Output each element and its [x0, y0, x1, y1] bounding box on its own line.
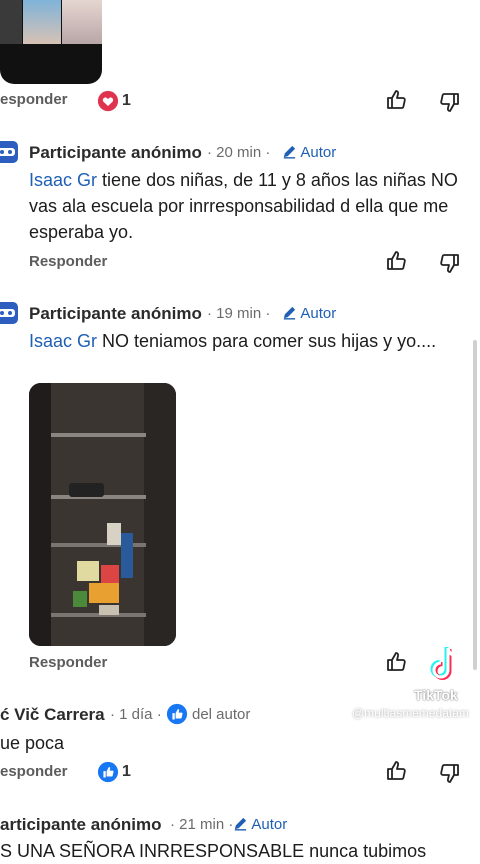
reaction-count: 1	[122, 763, 131, 780]
thumb-2	[23, 0, 61, 44]
reaction-count: 1	[122, 92, 131, 109]
anonymous-avatar-icon	[0, 141, 18, 163]
mention-link[interactable]: Isaac Gr	[29, 170, 97, 190]
author-badge-label: Autor	[300, 305, 337, 322]
mention-link[interactable]: Isaac Gr	[29, 331, 97, 351]
pencil-icon	[234, 817, 247, 831]
thumbs-up-icon[interactable]	[385, 650, 409, 674]
pencil-icon	[283, 145, 296, 159]
author-badge: Autor	[282, 144, 336, 161]
thumb-3	[62, 0, 102, 44]
tiktok-brand: TikTok	[414, 687, 458, 703]
pantry-shelf-photo	[29, 383, 176, 646]
comment-text: Isaac Gr tiene dos niñas, de 11 y 8 años…	[29, 167, 469, 245]
comment-author[interactable]: Participante anónimo	[29, 143, 202, 163]
comment-author[interactable]: Participante anónimo	[29, 304, 202, 324]
like-reaction-icon[interactable]	[97, 761, 119, 783]
like-badge-icon	[166, 703, 188, 725]
reply-button[interactable]: esponder	[0, 763, 68, 780]
scrollbar[interactable]	[473, 340, 477, 670]
author-badge-label: Autor	[300, 144, 337, 161]
pencil-icon	[283, 306, 296, 320]
comment-time: · 19 min ·	[207, 305, 271, 322]
anonymous-avatar-icon	[0, 302, 18, 324]
reply-button[interactable]: esponder	[0, 91, 68, 108]
thumbs-down-icon[interactable]	[437, 90, 461, 114]
comment-photo-attachment[interactable]	[29, 383, 176, 646]
thumb-1	[0, 0, 22, 44]
thumbs-down-icon[interactable]	[437, 761, 461, 785]
tiktok-logo-icon	[426, 644, 462, 689]
thumbs-up-icon[interactable]	[385, 88, 409, 112]
comment-time: · 20 min ·	[207, 144, 271, 161]
author-badge-label: Autor	[251, 816, 288, 833]
thumbs-up-icon[interactable]	[385, 249, 409, 273]
comment-author[interactable]: ć Vič Carrera	[0, 705, 105, 725]
thumbs-up-icon[interactable]	[385, 759, 409, 783]
top-image-attachment[interactable]	[0, 0, 102, 84]
comment-text: Isaac Gr NO teniamos para comer sus hija…	[29, 328, 449, 354]
reply-button[interactable]: Responder	[29, 253, 107, 270]
author-badge: Autor	[282, 305, 336, 322]
thumbs-down-icon[interactable]	[437, 251, 461, 275]
comment-author[interactable]: articipante anónimo	[0, 815, 162, 835]
comment-time: · 1 día ·	[110, 706, 162, 723]
author-badge: Autor	[233, 816, 287, 833]
tiktok-handle: @multiasmemedatam	[352, 706, 469, 720]
author-badge-label: del autor	[192, 706, 251, 723]
comment-body: ue poca	[0, 733, 65, 753]
comment-body: NO teniamos para comer sus hijas y yo...…	[97, 331, 437, 351]
comment-time: · 21 min ·	[170, 816, 234, 833]
reply-button[interactable]: Responder	[29, 654, 107, 671]
top-fan-badge	[166, 703, 188, 730]
comment-body: S UNA SEÑORA INRRESPONSABLE nunca tubimo…	[0, 841, 427, 861]
heart-reaction-icon[interactable]	[97, 90, 119, 112]
